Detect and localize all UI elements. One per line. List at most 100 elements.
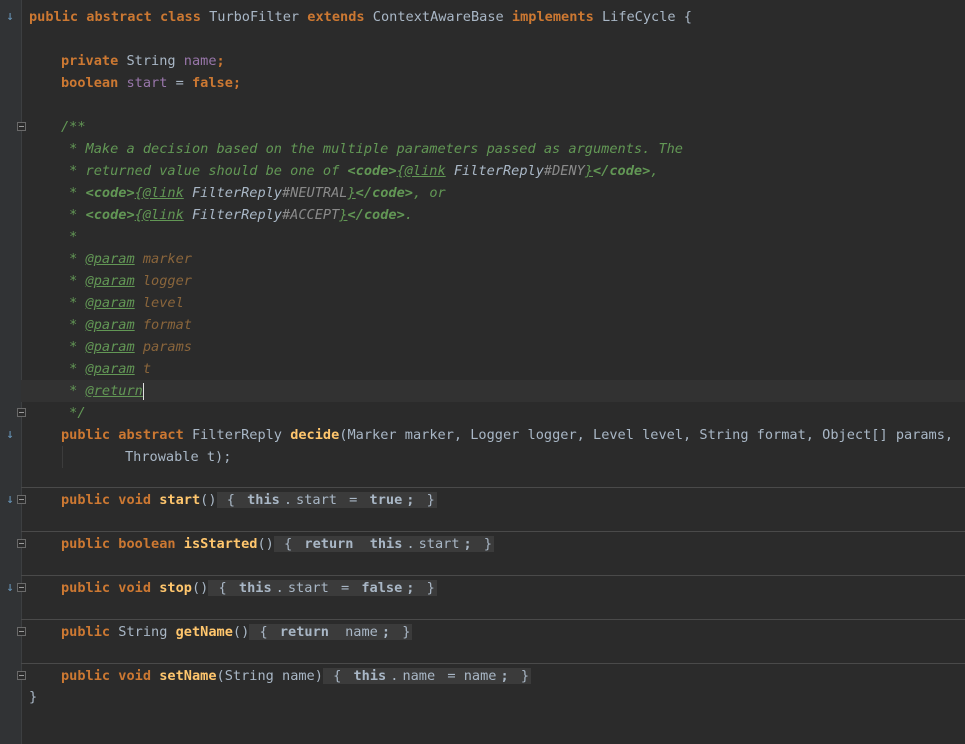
- line-doc-return[interactable]: * @return: [21, 380, 965, 402]
- line-doc-4[interactable]: * <code>{@link FilterReply#ACCEPT}</code…: [21, 204, 965, 226]
- doc-comment: *: [61, 317, 86, 333]
- code-token: @link: [404, 163, 446, 179]
- code-token: }: [510, 668, 532, 684]
- doc-param-tag: @param: [85, 273, 135, 289]
- doc-param-name: level: [142, 295, 184, 311]
- line-doc-param-t[interactable]: * @param t: [21, 358, 965, 380]
- line-doc-4-code: * <code>{@link FilterReply#ACCEPT}</code…: [61, 204, 413, 226]
- code-token: (): [200, 492, 217, 508]
- line-start-method-code: public void start() { this. start = true;…: [61, 489, 437, 511]
- code-token: name: [183, 53, 217, 69]
- code-token: ContextAwareBase: [364, 9, 512, 25]
- line-doc-3[interactable]: * <code>{@link FilterReply#NEUTRAL}</cod…: [21, 182, 965, 204]
- code-token: private: [61, 53, 119, 69]
- line-doc-param-format[interactable]: * @param format: [21, 314, 965, 336]
- code-token: }: [416, 492, 437, 508]
- fold-icon[interactable]: [17, 122, 26, 131]
- code-token: isStarted: [183, 536, 258, 552]
- fold-icon[interactable]: [17, 408, 26, 417]
- doc-comment: *: [61, 383, 86, 399]
- method-separator: [21, 531, 965, 532]
- line-doc-open[interactable]: /**: [21, 116, 965, 138]
- code-token: FilterReply: [183, 185, 282, 201]
- line-doc-param-level[interactable]: * @param level: [21, 292, 965, 314]
- code-token: name: [343, 624, 380, 640]
- fold-icon[interactable]: [17, 671, 26, 680]
- line-setname-method-code: public void setName(String name) { this.…: [61, 665, 532, 687]
- code-token: .: [281, 492, 295, 508]
- line-getname-method[interactable]: public String getName() { return name; }: [21, 621, 965, 643]
- code-token: ;: [379, 624, 393, 640]
- line-doc-1[interactable]: * Make a decision based on the multiple …: [21, 138, 965, 160]
- line-decide-2[interactable]: Throwable t);: [21, 446, 965, 468]
- line-doc-param-logger-code: * @param logger: [61, 270, 192, 292]
- line-doc-param-params[interactable]: * @param params: [21, 336, 965, 358]
- code-token: ;: [461, 536, 474, 552]
- code-token: #NEUTRAL: [282, 185, 348, 201]
- doc-param-tag: @param: [85, 251, 135, 267]
- code-token: FilterReply: [445, 163, 544, 179]
- line-isstarted-method[interactable]: public boolean isStarted() { return this…: [21, 533, 965, 555]
- code-token: {: [216, 492, 246, 508]
- code-token: {: [273, 536, 303, 552]
- line-class-declaration[interactable]: public abstract class TurboFilter extend…: [21, 6, 965, 28]
- code-token: , or: [412, 185, 446, 201]
- fold-icon[interactable]: [17, 627, 26, 636]
- override-icon[interactable]: ↓: [1, 424, 19, 446]
- code-token: public: [61, 536, 111, 552]
- line-doc-param-t-code: * @param t: [61, 358, 151, 380]
- code-token: TurboFilter: [200, 9, 308, 25]
- line-doc-5-code: *: [61, 226, 77, 248]
- fold-icon[interactable]: [17, 583, 26, 592]
- code-token: public: [61, 580, 111, 596]
- line-doc-return-code: * @return: [61, 380, 144, 402]
- code-token: this: [367, 536, 405, 552]
- line-doc-5[interactable]: *: [21, 226, 965, 248]
- fold-icon[interactable]: [17, 495, 26, 504]
- line-field-name[interactable]: private String name;: [21, 50, 965, 72]
- line-class-close[interactable]: }: [21, 686, 965, 708]
- line-doc-param-logger[interactable]: * @param logger: [21, 270, 965, 292]
- code-token: ;: [216, 53, 225, 69]
- code-token: =: [330, 580, 360, 596]
- line-doc-2[interactable]: * returned value should be one of <code>…: [21, 160, 965, 182]
- code-token: {: [396, 163, 405, 179]
- line-decide-1[interactable]: public abstract FilterReply decide(Marke…: [21, 424, 965, 446]
- line-stop-method-code: public void stop() { this. start = false;…: [61, 577, 437, 599]
- line-setname-method[interactable]: public void setName(String name) { this.…: [21, 665, 965, 687]
- doc-return-tag: @return: [85, 383, 143, 399]
- code-token: }: [392, 624, 413, 640]
- code-token: ;: [498, 668, 511, 684]
- line-stop-method[interactable]: public void stop() { this. start = false;…: [21, 577, 965, 599]
- line-doc-param-marker-code: * @param marker: [61, 248, 192, 270]
- code-editor[interactable]: public abstract class TurboFilter extend…: [21, 0, 965, 744]
- code-token: <code>: [85, 185, 135, 201]
- code-token: LifeCycle {: [593, 9, 692, 25]
- code-token: String: [118, 53, 184, 69]
- code-token: void: [118, 492, 152, 508]
- line-doc-3-code: * <code>{@link FilterReply#NEUTRAL}</cod…: [61, 182, 446, 204]
- line-decide-2-code: Throwable t);: [125, 446, 231, 468]
- code-token: {: [322, 668, 352, 684]
- code-token: this: [236, 580, 274, 596]
- code-token: public: [61, 427, 111, 443]
- line-field-start[interactable]: boolean start = false;: [21, 72, 965, 94]
- fold-icon[interactable]: [17, 539, 26, 548]
- line-doc-close[interactable]: */: [21, 402, 965, 424]
- override-icon[interactable]: ↓: [1, 6, 19, 28]
- code-token: ;: [404, 492, 417, 508]
- line-start-method[interactable]: public void start() { this. start = true;…: [21, 489, 965, 511]
- line-doc-param-marker[interactable]: * @param marker: [21, 248, 965, 270]
- code-token: ,: [650, 163, 659, 179]
- doc-param-name: marker: [142, 251, 192, 267]
- code-token: = name: [437, 668, 499, 684]
- line-doc-close-code: */: [61, 402, 85, 424]
- code-token: abstract: [118, 427, 184, 443]
- code-token: this: [245, 492, 282, 508]
- doc-comment: *: [61, 361, 86, 377]
- line-class-declaration-code: public abstract class TurboFilter extend…: [29, 6, 692, 28]
